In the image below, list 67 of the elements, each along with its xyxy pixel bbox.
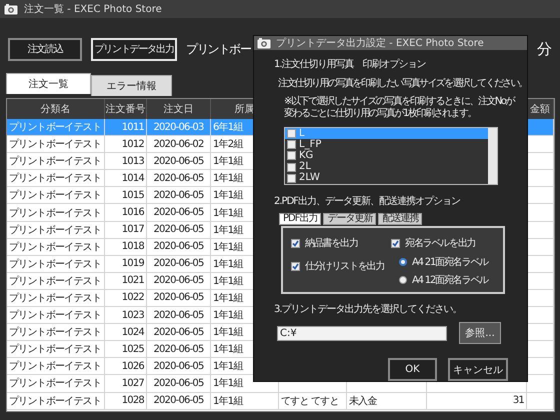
table-cell: 2020-06-05 <box>147 324 211 340</box>
table-cell: プリントボーイテスト <box>7 375 105 392</box>
table-cell: 2020-06-05 <box>147 375 211 392</box>
table-cell: プリントボーイテスト <box>7 119 105 136</box>
table-cell: 1016 <box>105 204 147 221</box>
heading: 分 <box>537 40 552 58</box>
option-label: 仕分けリストを出力 <box>305 260 384 273</box>
table-cell: 1014 <box>105 170 147 186</box>
table-cell: 2020-06-05 <box>147 256 211 272</box>
window-title: 注文一覧 - EXEC Photo Store <box>24 2 162 16</box>
table-cell: 2020-06-05 <box>147 153 211 170</box>
table-cell: 2020-06-05 <box>147 307 211 324</box>
section-heading: 1.注文仕切り用写真 印刷オプション <box>274 58 427 71</box>
table-cell: 1年1組 <box>211 392 279 409</box>
table-cell: 2020-06-02 <box>147 136 211 152</box>
table-cell: プリントボーイテスト <box>7 204 105 221</box>
table-cell: 1013 <box>105 153 147 170</box>
table-cell: プリントボーイテスト <box>7 187 105 204</box>
option-label: 納品書を出力 <box>305 236 358 250</box>
table-cell: プリントボーイテスト <box>7 341 105 358</box>
table-cell: プリントボーイテスト <box>7 290 105 306</box>
note-text: ※以下で選択したサイズの写真を印刷するときに、注文Noが変わるごとに仕切り用の写真が1枚印刷されます。 <box>284 96 516 120</box>
table-cell: 2020-06-05 <box>147 170 211 186</box>
table-cell: プリントボーイテスト <box>7 170 105 186</box>
table-cell: 1019 <box>105 256 147 272</box>
table-cell: プリントボーイテスト <box>7 324 105 340</box>
table-cell: プリントボーイテスト <box>7 238 105 255</box>
dialog-title: プリントデータ出力設定 - EXEC Photo Store <box>276 36 484 50</box>
option-label: A4 21面宛名ラベル <box>412 256 488 269</box>
table-cell: てすと てすと <box>279 392 347 409</box>
table-cell: 31 <box>427 392 527 409</box>
table-cell: 2020-06-05 <box>147 290 211 306</box>
table-cell: 1022 <box>105 290 147 306</box>
table-cell: 2020-06-05 <box>147 358 211 374</box>
table-cell: プリントボーイテスト <box>7 307 105 324</box>
table-cell: 2020-06-05 <box>147 272 211 289</box>
table-cell: 2020-06-05 <box>147 238 211 255</box>
table-cell: 1025 <box>105 341 147 358</box>
table-cell: プリントボーイテスト <box>7 392 105 409</box>
table-cell: 未入金 <box>347 392 427 409</box>
table-cell: 2020-06-05 <box>147 392 211 409</box>
table-cell: 1011 <box>105 119 147 136</box>
table-cell: 2020-06-03 <box>147 119 211 136</box>
option-label: A4 12面宛名ラベル <box>412 274 488 287</box>
table-cell: プリントボーイテスト <box>7 153 105 170</box>
heading: プリントボー <box>186 40 251 58</box>
table-cell: 1027 <box>105 375 147 392</box>
table-cell: 1028 <box>105 392 147 409</box>
option-label: 宛名ラベルを出力 <box>405 236 476 250</box>
table-cell: 2020-06-05 <box>147 341 211 358</box>
table-cell: プリントボーイテスト <box>7 136 105 152</box>
table-cell: プリントボーイテスト <box>7 222 105 238</box>
table-cell: 1017 <box>105 222 147 238</box>
table-cell: 1026 <box>105 358 147 374</box>
table-cell: 1021 <box>105 272 147 289</box>
table-cell: 1012 <box>105 136 147 152</box>
table-cell: 1023 <box>105 307 147 324</box>
instruction-text: 注文仕切り用の写真を印刷したい写真サイズを選択してください。 <box>278 76 527 90</box>
table-cell: プリントボーイテスト <box>7 272 105 289</box>
table-cell: プリントボーイテスト <box>7 256 105 272</box>
table-cell: 1018 <box>105 238 147 255</box>
table-cell: 2020-06-05 <box>147 222 211 238</box>
table-cell: 1024 <box>105 324 147 340</box>
table-cell: 2020-06-05 <box>147 187 211 204</box>
table-cell: プリントボーイテスト <box>7 358 105 374</box>
table-cell: 1015 <box>105 187 147 204</box>
table-cell: 2020-06-05 <box>147 204 211 221</box>
